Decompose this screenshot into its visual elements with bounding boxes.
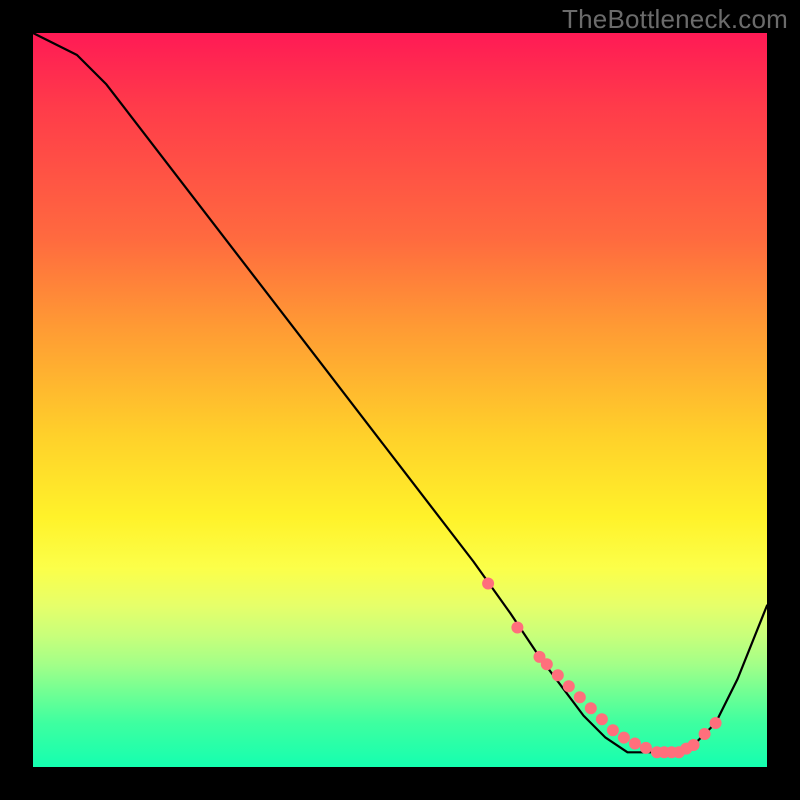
data-dot: [596, 713, 608, 725]
watermark-text: TheBottleneck.com: [562, 4, 788, 35]
data-dot: [618, 732, 630, 744]
data-dot: [629, 738, 641, 750]
data-dot: [688, 739, 700, 751]
data-dot: [541, 658, 553, 670]
data-dot: [607, 724, 619, 736]
data-dot: [563, 680, 575, 692]
data-dot: [574, 691, 586, 703]
data-dot: [710, 717, 722, 729]
data-dot: [640, 742, 652, 754]
chart-frame: TheBottleneck.com: [0, 0, 800, 800]
plot-area: [33, 33, 767, 767]
data-dot: [585, 702, 597, 714]
bottleneck-curve: [33, 33, 767, 752]
data-dot: [511, 622, 523, 634]
data-dots: [482, 578, 721, 759]
chart-svg: [33, 33, 767, 767]
data-dot: [699, 728, 711, 740]
data-dot: [552, 669, 564, 681]
data-dot: [482, 578, 494, 590]
